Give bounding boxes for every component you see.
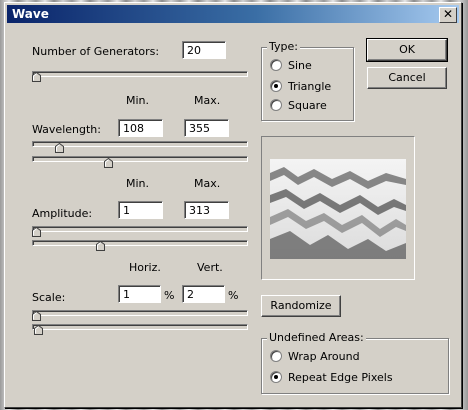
scale-vert-slider-thumb[interactable]	[34, 325, 44, 335]
amplitude-label: Amplitude:	[32, 207, 93, 220]
wavelength-min-header: Min.	[126, 94, 150, 107]
undefined-areas-legend: Undefined Areas:	[267, 331, 366, 344]
scale-horiz-unit: %	[164, 289, 175, 302]
randomize-button[interactable]: Randomize	[261, 295, 341, 317]
type-triangle-radio[interactable]	[270, 80, 282, 92]
wavelength-max-slider[interactable]	[32, 156, 248, 162]
close-button[interactable]: ✕	[439, 7, 457, 23]
dialog-title: Wave	[12, 7, 49, 21]
type-group-legend: Type:	[267, 40, 300, 53]
scale-vert-unit: %	[228, 289, 239, 302]
scale-horiz-header: Horiz.	[129, 261, 161, 274]
wrap-around-radio[interactable]	[270, 350, 282, 362]
ok-button[interactable]: OK	[366, 38, 448, 62]
wavelength-max-slider-thumb[interactable]	[103, 158, 113, 168]
wave-preview-image	[270, 159, 406, 259]
amplitude-min-slider[interactable]	[32, 226, 248, 232]
repeat-edge-pixels-radio[interactable]	[270, 371, 282, 383]
generators-slider-thumb[interactable]	[32, 72, 41, 82]
scale-vert-input[interactable]: 2	[182, 285, 225, 303]
amplitude-min-input[interactable]: 1	[118, 201, 163, 219]
type-triangle-label[interactable]: Triangle	[288, 80, 331, 93]
amplitude-max-slider[interactable]	[32, 240, 248, 246]
generators-slider[interactable]	[32, 71, 248, 77]
wavelength-min-slider[interactable]	[32, 141, 248, 147]
type-sine-radio[interactable]	[270, 59, 282, 71]
wave-dialog: Wave ✕ Number of Generators: 20 Min. Max…	[4, 2, 462, 408]
amplitude-min-header: Min.	[126, 177, 150, 190]
amplitude-max-input[interactable]: 313	[184, 201, 229, 219]
amplitude-min-slider-thumb[interactable]	[32, 227, 41, 237]
wrap-around-label[interactable]: Wrap Around	[288, 350, 360, 363]
repeat-edge-pixels-label[interactable]: Repeat Edge Pixels	[288, 371, 393, 384]
wavelength-max-header: Max.	[194, 94, 221, 107]
scale-horiz-slider-thumb[interactable]	[32, 311, 41, 321]
undefined-areas-group	[261, 338, 449, 394]
scale-horiz-slider[interactable]	[32, 310, 248, 316]
generators-label: Number of Generators:	[32, 45, 160, 58]
scale-horiz-input[interactable]: 1	[118, 285, 161, 303]
wavelength-min-input[interactable]: 108	[118, 119, 163, 137]
type-square-radio[interactable]	[270, 99, 282, 111]
wavelength-label: Wavelength:	[32, 123, 101, 136]
cancel-button[interactable]: Cancel	[367, 67, 447, 89]
wavelength-min-slider-thumb[interactable]	[54, 143, 64, 153]
scale-vert-header: Vert.	[197, 261, 223, 274]
scale-vert-slider[interactable]	[32, 324, 248, 330]
wavelength-max-input[interactable]: 355	[184, 119, 229, 137]
generators-input[interactable]: 20	[182, 41, 226, 59]
type-square-label[interactable]: Square	[288, 99, 327, 112]
title-bar: Wave ✕	[7, 5, 459, 23]
scale-label: Scale:	[32, 291, 66, 304]
type-sine-label[interactable]: Sine	[288, 59, 312, 72]
amplitude-max-slider-thumb[interactable]	[95, 241, 105, 251]
amplitude-max-header: Max.	[194, 177, 221, 190]
preview-frame	[261, 136, 415, 280]
